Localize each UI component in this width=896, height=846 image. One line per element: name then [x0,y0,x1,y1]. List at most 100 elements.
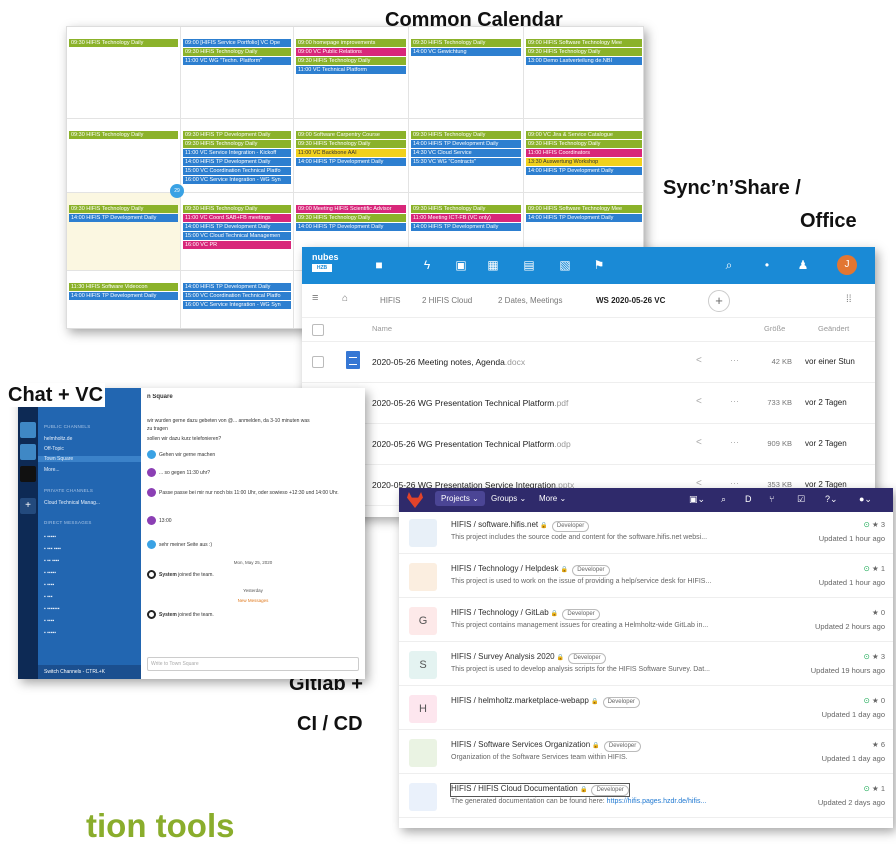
calendar-event[interactable]: 14:00 HIFIS TP Development Daily [411,223,521,231]
calendar-event[interactable]: 16:00 VC Service Integration - WG Syn [183,176,291,184]
calendar-event[interactable]: 14:30 VC Cloud Service [411,149,521,157]
contacts-icon[interactable]: ♟ [796,258,810,272]
calendar-event[interactable]: 09:00 [HIFIS Service Portfolio] VC Ope [183,39,291,47]
project-name[interactable]: HIFIS / HIFIS Cloud Documentation 🔒 Devel… [450,783,630,797]
project-avatar[interactable]: H [409,695,437,723]
projects-menu[interactable]: Projects ⌄ [435,491,485,506]
calendar-event[interactable]: 16:00 VC PR [183,241,291,249]
calendar-event[interactable]: 09:30 HIFIS Technology Daily [183,140,291,148]
calendar-event[interactable]: 11:00 VC Technical Platform [296,66,406,74]
col-modified[interactable]: Geändert [818,324,849,333]
star-count[interactable]: ★ 6 [872,740,885,749]
calendar-event[interactable]: 11:00 VC WG "Techn. Platform" [183,57,291,65]
calendar-event[interactable]: 14:00 HIFIS TP Development Daily [411,140,521,148]
share-icon[interactable]: < [696,396,702,407]
search-icon[interactable]: ⌕ [722,258,736,272]
calendar-event[interactable]: 09:30 HIFIS Technology Daily [183,48,291,56]
pipeline-ok-icon[interactable]: ⊙ [864,784,870,793]
calendar-day-cell[interactable]: 09:30 HIFIS Technology Daily 14:00 VC Gew… [409,27,524,118]
channel-item[interactable]: More... [44,467,60,473]
project-avatar[interactable]: S [409,651,437,679]
switch-channels[interactable]: Switch Channels - CTRL+K [38,665,141,679]
calendar-day-cell[interactable]: 09:00 Software Carpentry Course 09:30 HIF… [294,119,409,192]
calendar-event[interactable]: 09:30 HIFIS Technology Daily [411,39,521,47]
calendar-event[interactable]: 09:30 HIFIS Technology Daily [411,205,521,213]
calendar-day-cell[interactable]: 09:30 HIFIS Technology Daily [67,119,181,192]
file-name[interactable]: 2020-05-26 WG Presentation Technical Pla… [372,439,571,449]
calendar-event[interactable]: 14:00 HIFIS TP Development Daily [183,283,291,291]
calendar-event[interactable]: 09:00 homepage improvements [296,39,406,47]
project-avatar[interactable]: G [409,607,437,635]
calendar-event[interactable]: 14:00 HIFIS TP Development Daily [183,223,291,231]
calendar-event[interactable]: 15:00 VC Cloud Technical Managemen [183,232,291,240]
dm-item[interactable]: ▪ ▪▪▪▪ [44,582,54,588]
calendar-event[interactable]: 14:00 HIFIS TP Development Daily [183,158,291,166]
pipeline-ok-icon[interactable]: ⊙ [864,520,870,529]
pipeline-ok-icon[interactable]: ⊙ [864,652,870,661]
calendar-day-cell[interactable]: 09:30 HIFIS TP Development Daily 09:30 HI… [181,119,294,192]
star-count[interactable]: ★ 0 [872,608,885,617]
calendar-event[interactable]: 14:00 HIFIS TP Development Daily [296,223,406,231]
calendar-event[interactable]: 09:00 VC Jira & Service Catalogue [526,131,642,139]
share-icon[interactable]: < [696,355,702,366]
breadcrumb-item[interactable]: HIFIS [380,296,400,305]
star-count[interactable]: ★ 0 [872,696,885,705]
col-name[interactable]: Name [372,324,392,333]
calendar-event[interactable]: 11:00 VC Backbone AAI [296,149,406,157]
calendar-event[interactable]: 09:00 HIFIS Software Technology Mee [526,39,642,47]
user-avatar-icon[interactable]: ●⌄ [859,494,872,505]
calendar-event[interactable]: 09:00 Software Carpentry Course [296,131,406,139]
search-icon[interactable]: ⌕ [721,494,726,505]
dm-item[interactable]: ▪ ▪▪▪ ▪▪▪▪ [44,546,61,552]
project-name[interactable]: HIFIS / Technology / GitLab 🔒 Developer [451,608,600,620]
project-link[interactable]: https://hifis.pages.hzdr.de/hifis... [607,798,707,805]
calendar-event[interactable]: 09:30 HIFIS Technology Daily [69,131,178,139]
calendar-day-cell[interactable]: 09:30 HIFIS Technology Daily 14:00 HIFIS … [409,119,524,192]
gallery-icon[interactable]: ▣ [454,258,468,272]
dm-item[interactable]: ▪ ▪▪▪▪▪▪▪ [44,606,60,612]
calendar-event[interactable]: 14:00 HIFIS TP Development Daily [526,167,642,175]
notes-icon[interactable]: ▤ [522,258,536,272]
project-row[interactable]: G HIFIS / Technology / GitLab 🔒 Developer T… [399,602,893,642]
team-tile[interactable] [20,466,36,482]
project-row[interactable]: HIFIS / software.hifis.net 🔒 Developer Thi… [399,514,893,554]
notifications-icon[interactable]: • [760,258,774,272]
file-row[interactable]: 2020-05-26 WG Presentation Technical Pla… [302,384,875,424]
announce-icon[interactable]: ⚑ [592,258,606,272]
home-icon[interactable]: ⌂ [342,293,348,304]
calendar-event[interactable]: 16:00 VC Service Integration - WG Syn [183,301,291,309]
gitlab-logo-icon[interactable] [407,492,423,508]
menu-icon[interactable]: ≡ [312,292,318,304]
select-all-checkbox[interactable] [312,324,324,336]
project-row[interactable]: H HIFIS / helmholtz.marketplace-webapp 🔒 D… [399,690,893,730]
calendar-event[interactable]: 09:30 HIFIS Technology Daily [526,140,642,148]
new-icon[interactable]: ▣⌄ [689,494,705,505]
calendar-event[interactable]: 11:00 VC Service Integration - Kickoff [183,149,291,157]
groups-menu[interactable]: Groups ⌄ [491,494,526,503]
new-file-button[interactable]: + [708,290,730,312]
star-count[interactable]: ★ 3 [872,652,885,661]
calendar-event[interactable]: 15:00 VC Coordination Technical Platfo [183,167,291,175]
channel-item[interactable]: Off-Topic [44,446,64,452]
calendar-event[interactable]: 09:30 HIFIS Technology Daily [296,214,406,222]
calendar-event[interactable]: 14:00 HIFIS TP Development Daily [296,158,406,166]
files-icon[interactable]: ■ [372,258,386,272]
calendar-day-cell[interactable]: 09:30 HIFIS Technology Daily 14:00 HIFIS … [67,193,181,270]
calendar-day-cell[interactable]: 09:30 HIFIS Technology Daily [67,27,181,118]
calendar-day-cell[interactable]: 09:00 HIFIS Software Technology Mee 09:30… [524,27,643,118]
grid-view-icon[interactable]: ⁞⁞ [846,294,852,305]
team-tile[interactable] [20,422,36,438]
calendar-event[interactable]: 09:30 HIFIS Technology Daily [296,57,406,65]
calendar-event[interactable]: 09:30 HIFIS Technology Daily [411,131,521,139]
more-icon[interactable]: ··· [730,478,739,488]
calendar-event[interactable]: 09:00 HIFIS Software Technology Mee [526,205,642,213]
file-checkbox[interactable] [312,356,324,368]
breadcrumb-item[interactable]: 2 HIFIS Cloud [422,296,472,305]
team-tile[interactable] [20,444,36,460]
calendar-event[interactable]: 09:30 HIFIS Technology Daily [526,48,642,56]
share-icon[interactable]: < [696,437,702,448]
calendar-event[interactable]: 14:00 VC Gewichtung [411,48,521,56]
calendar-event[interactable]: 09:30 HIFIS Technology Daily [69,39,178,47]
calendar-event[interactable]: 14:00 HIFIS TP Development Daily [69,214,178,222]
todos-icon[interactable]: ☑ [797,494,805,505]
